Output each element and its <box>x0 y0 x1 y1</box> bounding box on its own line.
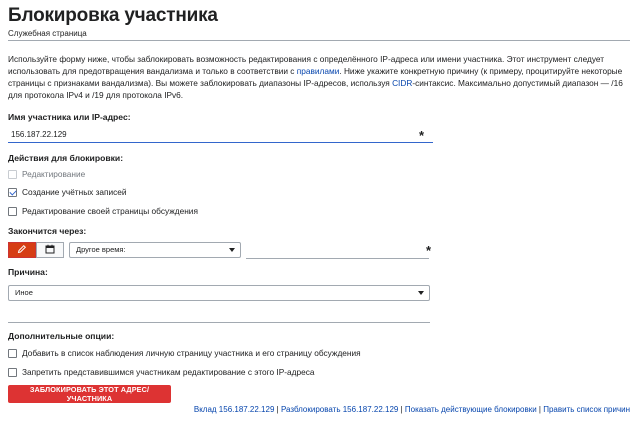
option-hardblock-label: Запретить представившимся участникам ред… <box>22 367 315 377</box>
edit-reasons-link[interactable]: Править список причин <box>543 405 630 414</box>
reason-label: Причина: <box>8 267 48 277</box>
reason-select[interactable]: Иное <box>8 285 430 301</box>
expiry-required-mark: * <box>426 243 432 258</box>
action-edit-row[interactable]: Редактирование <box>8 169 85 179</box>
option-hardblock-checkbox[interactable] <box>8 367 17 377</box>
footer-links: Вклад 156.187.22.129 | Разблокировать 15… <box>193 405 630 414</box>
section-divider <box>8 322 430 323</box>
page-title: Блокировка участника <box>8 5 218 26</box>
chevron-down-icon <box>418 291 424 295</box>
expiry-mode-toggle <box>8 242 64 258</box>
actions-label: Действия для блокировки: <box>8 153 124 163</box>
pencil-icon <box>17 241 27 259</box>
expiry-label: Закончится через: <box>8 226 87 236</box>
unblock-link[interactable]: Разблокировать 156.187.22.129 <box>281 405 398 414</box>
option-hardblock-row[interactable]: Запретить представившимся участникам ред… <box>8 367 314 377</box>
expiry-select[interactable]: Другое время: <box>69 242 241 258</box>
action-own-talk-row[interactable]: Редактирование своей страницы обсуждения <box>8 206 198 216</box>
rules-link[interactable]: правилами <box>297 66 340 76</box>
expiry-calendar-button[interactable] <box>36 242 64 258</box>
action-own-talk-checkbox[interactable] <box>8 206 17 216</box>
intro-text: Используйте форму ниже, чтобы заблокиров… <box>8 54 623 100</box>
option-watch-checkbox[interactable] <box>8 348 17 358</box>
action-edit-checkbox[interactable] <box>8 169 17 179</box>
calendar-icon <box>45 241 55 259</box>
contribs-link[interactable]: Вклад 156.187.22.129 <box>194 405 275 414</box>
action-own-talk-label: Редактирование своей страницы обсуждения <box>22 206 198 216</box>
option-watch-row[interactable]: Добавить в список наблюдения личную стра… <box>8 348 361 358</box>
action-create-account-checkbox[interactable] <box>8 187 17 197</box>
target-input[interactable]: 156.187.22.129 <box>8 128 433 143</box>
cidr-link[interactable]: CIDR <box>392 78 412 88</box>
block-submit-button[interactable]: ЗАБЛОКИРОВАТЬ ЭТОТ АДРЕС/УЧАСТНИКА <box>8 385 171 403</box>
expiry-custom-button[interactable] <box>8 242 36 258</box>
options-label: Дополнительные опции: <box>8 331 115 341</box>
action-edit-label: Редактирование <box>22 169 86 179</box>
action-create-account-label: Создание учётных записей <box>22 187 127 197</box>
show-blocks-link[interactable]: Показать действующие блокировки <box>405 405 537 414</box>
target-label: Имя участника или IP-адрес: <box>8 112 131 122</box>
chevron-down-icon <box>229 248 235 252</box>
option-watch-label: Добавить в список наблюдения личную стра… <box>22 348 361 358</box>
page-subtitle: Служебная страница <box>8 29 87 38</box>
expiry-other-input[interactable] <box>246 245 429 259</box>
title-divider <box>8 40 630 41</box>
target-required-mark: * <box>419 128 425 143</box>
action-create-account-row[interactable]: Создание учётных записей <box>8 187 127 197</box>
